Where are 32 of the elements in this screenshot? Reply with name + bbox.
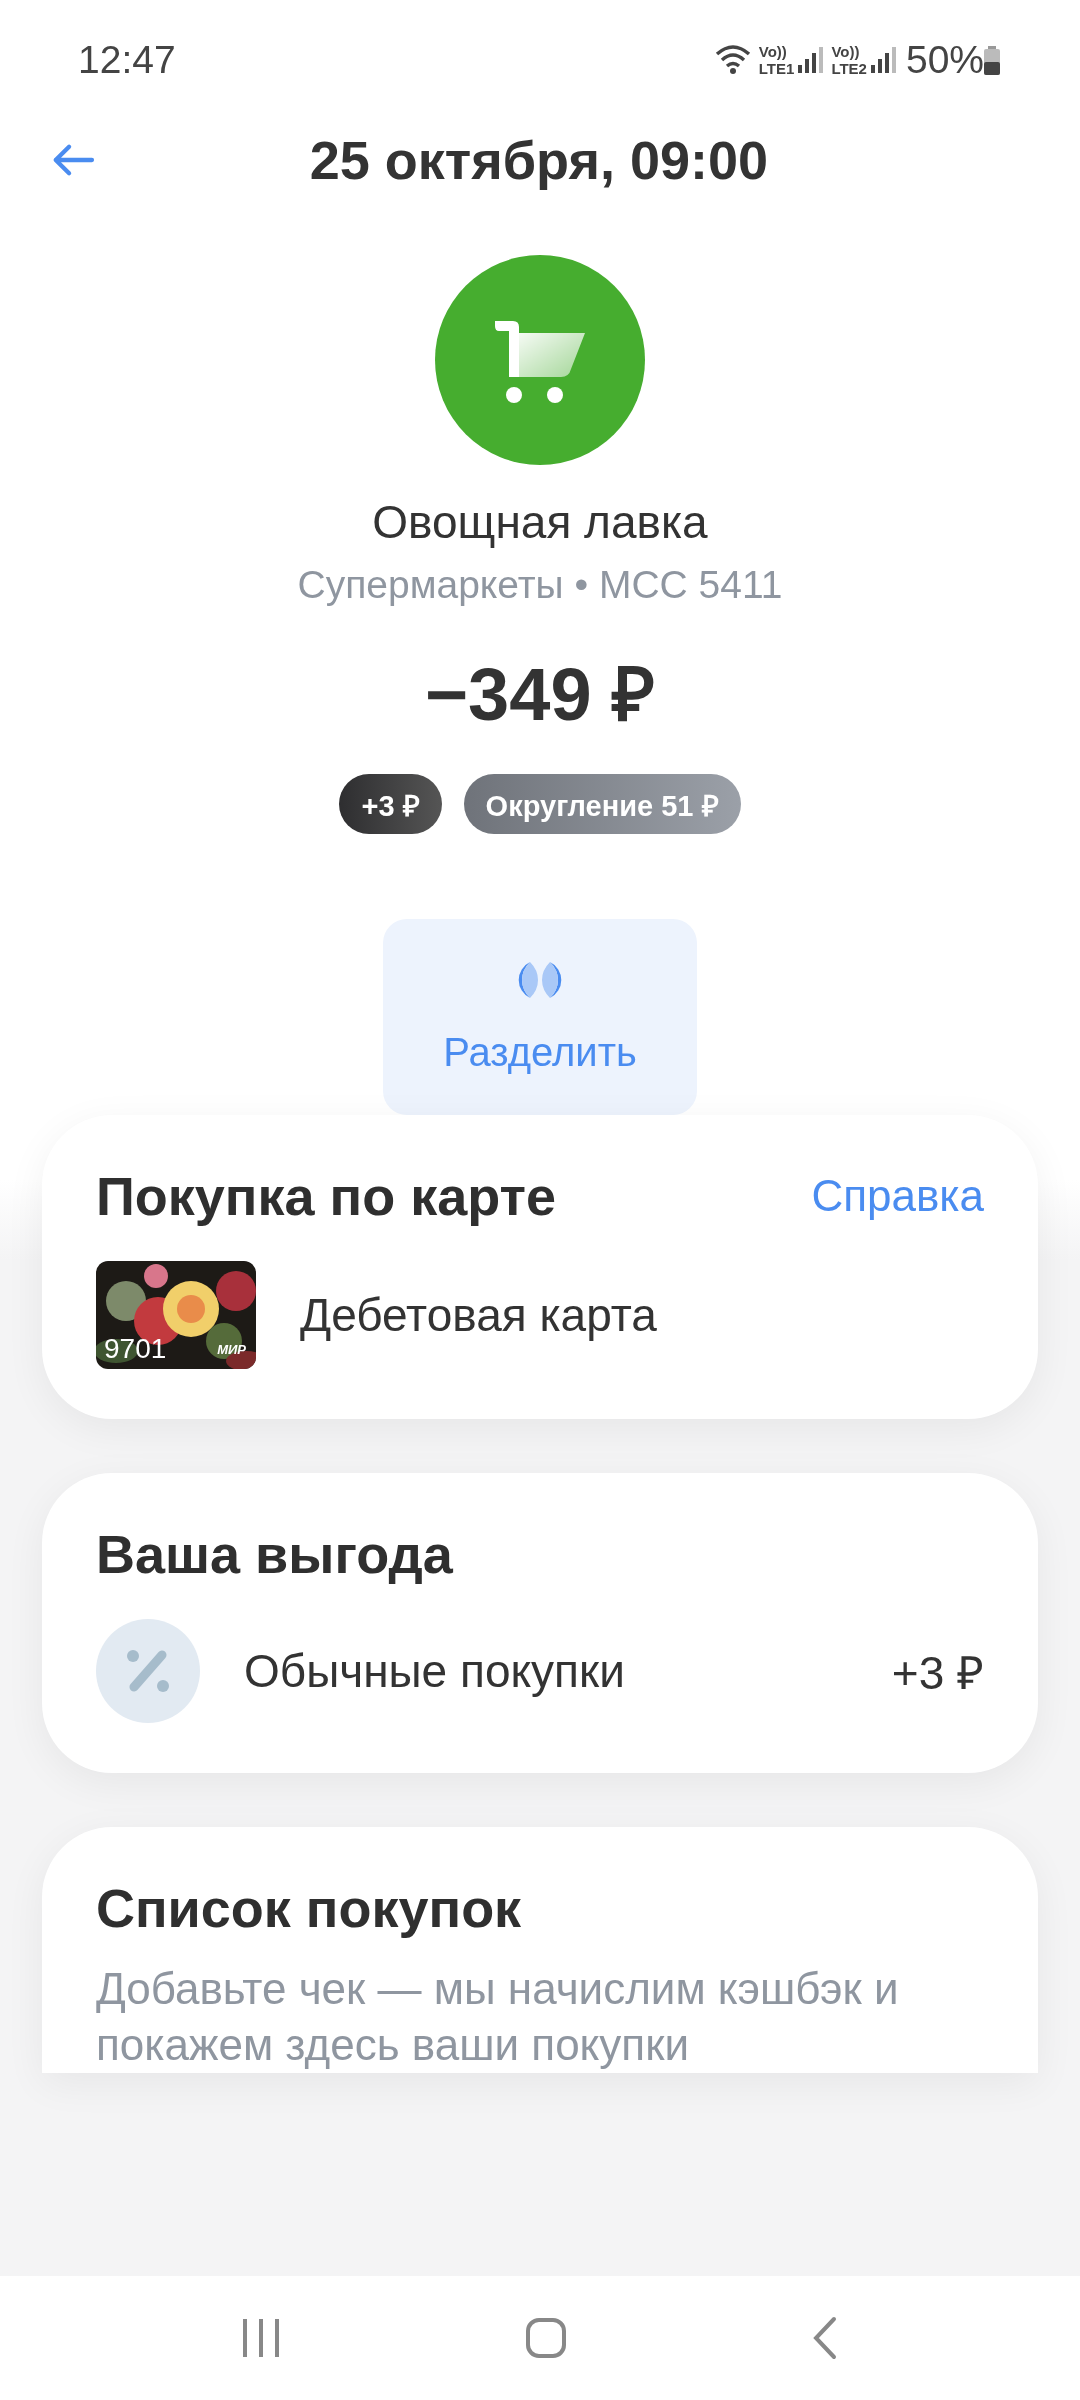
- network-label: LTE2: [831, 60, 867, 77]
- wifi-icon: [714, 44, 751, 76]
- benefit-label: Обычные покупки: [244, 1644, 626, 1698]
- battery-icon: [984, 45, 1000, 75]
- card-name: Дебетовая карта: [300, 1288, 657, 1342]
- home-icon[interactable]: [525, 2317, 567, 2359]
- voice-label: Vo)): [758, 43, 788, 60]
- clock-time: 12:47: [78, 38, 176, 82]
- split-button[interactable]: Разделить: [383, 919, 697, 1115]
- benefit-amount: +3 ₽: [891, 1646, 984, 1701]
- cashback-badge: +3 ₽: [339, 774, 442, 834]
- back-icon[interactable]: [811, 2316, 838, 2360]
- signal-icon: [870, 47, 896, 73]
- rounding-badge: Округление 51 ₽: [463, 774, 741, 834]
- merchant-category: Супермаркеты • MCC 5411: [297, 563, 783, 607]
- transaction-amount: −349 ₽: [424, 652, 656, 738]
- section-title: Список покупок: [96, 1877, 523, 1939]
- help-link[interactable]: Справка: [811, 1171, 984, 1221]
- battery-percent: 50%: [905, 38, 984, 82]
- percent-icon: [126, 1649, 170, 1693]
- card-thumbnail[interactable]: 9701 МИР: [96, 1261, 256, 1369]
- section-title: Ваша выгода: [96, 1523, 454, 1585]
- network-label: LTE1: [758, 60, 795, 77]
- payment-system-logo: МИР: [217, 1342, 246, 1357]
- screen-title: 25 октября, 09:00: [309, 129, 769, 191]
- signal-icon: [798, 47, 824, 73]
- merchant-name: Овощная лавка: [372, 495, 708, 549]
- section-title: Покупка по карте: [96, 1165, 556, 1227]
- voice-label: Vo)): [831, 43, 861, 60]
- recent-apps-icon[interactable]: [242, 2317, 281, 2359]
- hint-text: Добавьте чек — мы начислим кэшбэк и покажем здесь ваши покупки: [96, 1963, 900, 2071]
- card-last-digits: 9701: [104, 1333, 167, 1365]
